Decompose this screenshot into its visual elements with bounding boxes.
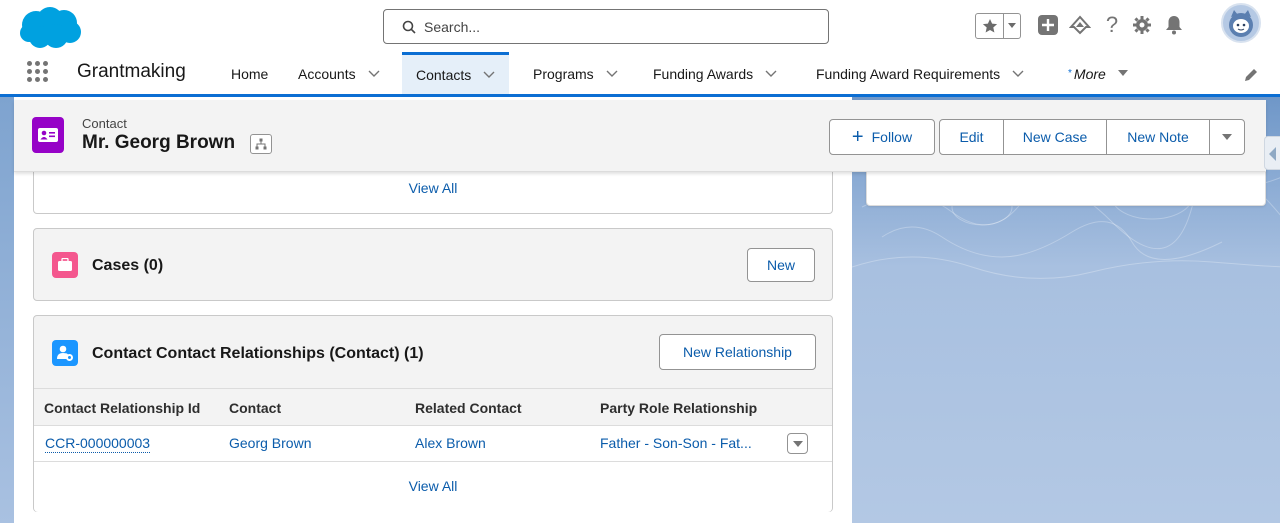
utility-panel-toggle[interactable] [1264, 136, 1280, 170]
new-case-button[interactable]: New Case [1003, 119, 1107, 155]
nav-tab-label: Programs [533, 65, 594, 82]
chevron-left-icon [1269, 147, 1276, 161]
chevron-down-icon[interactable] [368, 70, 380, 78]
global-actions-plus-icon[interactable] [1036, 12, 1060, 38]
record-actions-group: Edit New Case New Note [939, 119, 1245, 155]
new-relationship-label: New Relationship [683, 344, 792, 360]
follow-label: Follow [871, 129, 913, 145]
nav-tab-funding-awards[interactable]: Funding Awards [653, 53, 777, 94]
caret-down-icon [1222, 134, 1232, 140]
row-actions-menu[interactable] [787, 433, 808, 454]
trailhead-guidance-icon[interactable] [1068, 12, 1092, 38]
new-note-label: New Note [1127, 129, 1189, 145]
nav-tab-home[interactable]: Home [231, 53, 268, 94]
contact-relationship-icon [52, 340, 78, 366]
column-header-party-role-relationship: Party Role Relationship [600, 400, 758, 416]
salesforce-logo[interactable] [18, 5, 82, 51]
chevron-down-icon[interactable] [1012, 70, 1024, 78]
record-header: Contact Mr. Georg Brown + Follow Edit Ne… [14, 100, 1266, 172]
follow-button[interactable]: + Follow [829, 119, 935, 155]
table-row: CCR-000000003 Georg Brown Alex Brown Fat… [34, 426, 832, 462]
nav-tab-label: Funding Awards [653, 65, 754, 82]
nav-tab-label: Contacts [416, 66, 472, 83]
background-strip-left [0, 97, 14, 523]
new-label: New [766, 257, 795, 273]
contact-relationships-related-list: Contact Contact Relationships (Contact) … [33, 315, 833, 512]
case-icon [52, 252, 78, 278]
record-type-label: Contact [82, 116, 127, 131]
view-all-link[interactable]: View All [34, 180, 832, 196]
chevron-down-icon[interactable] [765, 70, 777, 78]
nav-more-menu[interactable]: * More [1068, 53, 1128, 94]
new-case-label: New Case [1022, 129, 1088, 145]
app-name: Grantmaking [77, 61, 186, 82]
chevron-down-icon[interactable] [483, 71, 495, 79]
favorites-star-icon[interactable] [976, 14, 1003, 38]
app-launcher-icon[interactable] [27, 61, 51, 85]
chevron-down-icon[interactable] [606, 70, 618, 78]
related-contact-link[interactable]: Alex Brown [415, 435, 486, 451]
help-icon[interactable]: ? [1100, 12, 1124, 38]
relationship-id-link[interactable]: CCR-000000003 [45, 435, 151, 453]
record-name: Mr. Georg Brown [82, 132, 236, 153]
table-header-row: Contact Relationship Id Contact Related … [34, 388, 832, 426]
more-actions-button[interactable] [1209, 119, 1245, 155]
cases-title: Cases (0) [92, 257, 164, 274]
edit-label: Edit [959, 129, 984, 145]
nav-tab-label: Funding Award Requirements [816, 65, 1001, 82]
user-avatar[interactable] [1221, 3, 1261, 43]
notifications-bell-icon[interactable] [1162, 12, 1186, 38]
view-hierarchy-button[interactable] [250, 134, 272, 154]
search-icon [402, 20, 416, 34]
plus-icon: + [851, 126, 864, 148]
new-case-related-button[interactable]: New [747, 248, 815, 282]
global-search-input[interactable]: Search... [383, 9, 829, 44]
new-relationship-button[interactable]: New Relationship [659, 334, 816, 370]
global-header: Search... ? [0, 0, 1280, 53]
contact-record-icon [32, 117, 64, 153]
column-header-relationship-id: Contact Relationship Id [44, 400, 201, 416]
unsaved-marker: * [1068, 68, 1072, 79]
nav-tab-programs[interactable]: Programs [533, 53, 618, 94]
cases-related-list: Cases (0) New [33, 228, 833, 301]
nav-more-label: More [1073, 65, 1106, 82]
app-navigation-bar: Grantmaking Home Accounts Contacts Progr… [0, 52, 1280, 97]
favorites-dropdown-icon[interactable] [1003, 14, 1020, 38]
caret-down-icon[interactable] [1117, 70, 1128, 77]
favorites-button-group [975, 13, 1021, 39]
view-all-link[interactable]: View All [34, 478, 832, 494]
setup-gear-icon[interactable] [1130, 12, 1154, 38]
hierarchy-icon [255, 138, 267, 150]
nav-tab-funding-award-requirements[interactable]: Funding Award Requirements [816, 53, 1024, 94]
related-list-footer: View All [34, 462, 832, 512]
column-header-related-contact: Related Contact [415, 400, 522, 416]
nav-tab-contacts[interactable]: Contacts [402, 52, 510, 94]
contact-link[interactable]: Georg Brown [229, 435, 311, 451]
caret-down-icon [793, 441, 803, 447]
nav-tab-label: Accounts [298, 65, 356, 82]
contact-relationships-title: Contact Contact Relationships (Contact) … [92, 345, 424, 362]
nav-tab-accounts[interactable]: Accounts [298, 53, 380, 94]
search-placeholder: Search... [424, 18, 481, 35]
column-header-contact: Contact [229, 400, 282, 416]
edit-nav-pencil-icon[interactable] [1243, 67, 1259, 83]
nav-tab-label: Home [231, 65, 269, 82]
new-note-button[interactable]: New Note [1106, 119, 1210, 155]
edit-button[interactable]: Edit [939, 119, 1004, 155]
relationships-table: Contact Relationship Id Contact Related … [34, 388, 832, 512]
party-role-relationship-link[interactable]: Father - Son-Son - Fat... [600, 435, 752, 451]
